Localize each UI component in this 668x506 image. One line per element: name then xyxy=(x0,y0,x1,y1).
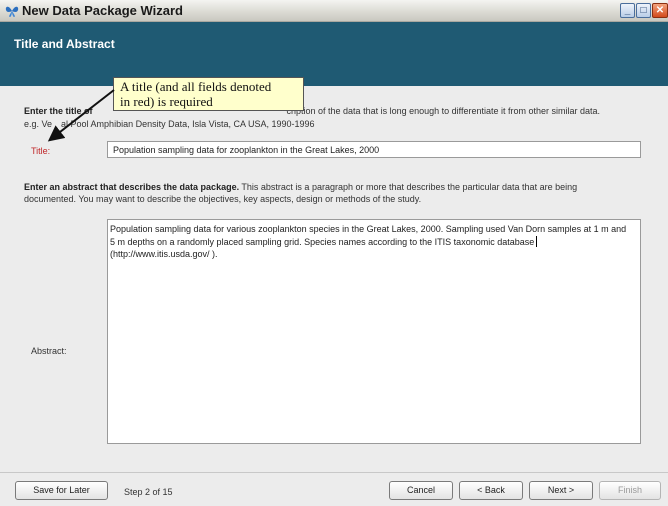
minimize-button[interactable]: _ xyxy=(620,3,635,18)
wizard-window: New Data Package Wizard _ □ ✕ Title and … xyxy=(0,0,668,506)
cancel-button[interactable]: Cancel xyxy=(389,481,453,500)
back-button[interactable]: < Back xyxy=(459,481,523,500)
title-example-end: al Pool Amphibian Density Data, Isla Vis… xyxy=(61,119,315,129)
abstract-textarea[interactable]: Population sampling data for various zoo… xyxy=(107,219,641,444)
title-input[interactable]: Population sampling data for zooplankton… xyxy=(107,141,641,158)
tooltip-line: A title (and all fields denoted xyxy=(120,79,272,94)
title-bar: New Data Package Wizard _ □ ✕ xyxy=(0,0,668,22)
butterfly-icon xyxy=(5,6,19,17)
title-example-start: e.g. Ve xyxy=(24,119,53,129)
abstract-line: Population sampling data for various zoo… xyxy=(110,224,627,234)
abstract-line: 5 m depths on a randomly placed sampling… xyxy=(110,235,638,249)
text-caret xyxy=(536,235,538,247)
window-title: New Data Package Wizard xyxy=(22,3,184,18)
wizard-header: Title and Abstract xyxy=(0,22,668,86)
abstract-instruction-bold: Enter an abstract that describes the dat… xyxy=(24,182,240,192)
maximize-button[interactable]: □ xyxy=(636,3,651,18)
tooltip-line: in red) is required xyxy=(120,94,213,109)
title-label: Title: xyxy=(31,146,51,156)
abstract-instruction: Enter an abstract that describes the dat… xyxy=(24,181,577,193)
abstract-instruction-rest: This abstract is a paragraph or more tha… xyxy=(239,182,578,192)
required-field-tooltip: A title (and all fields denoted in red) … xyxy=(113,77,304,111)
page-title: Title and Abstract xyxy=(14,37,115,51)
abstract-instruction-line2: documented. You may want to describe the… xyxy=(24,194,422,204)
abstract-label: Abstract: xyxy=(31,346,67,356)
step-indicator: Step 2 of 15 xyxy=(124,487,173,497)
save-for-later-button[interactable]: Save for Later xyxy=(15,481,108,500)
title-instruction-tail: cription of the data that is long enough… xyxy=(286,106,601,116)
title-example: e.g. Ve al Pool Amphibian Density Data, I… xyxy=(24,118,315,130)
next-button[interactable]: Next > xyxy=(529,481,593,500)
close-button[interactable]: ✕ xyxy=(652,3,668,18)
finish-button[interactable]: Finish xyxy=(599,481,661,500)
abstract-line: (http://www.itis.usda.gov/ ). xyxy=(110,249,218,259)
title-instruction: Enter the title of cription of the data t… xyxy=(24,105,600,117)
title-instruction-bold: Enter the title of xyxy=(24,106,93,116)
